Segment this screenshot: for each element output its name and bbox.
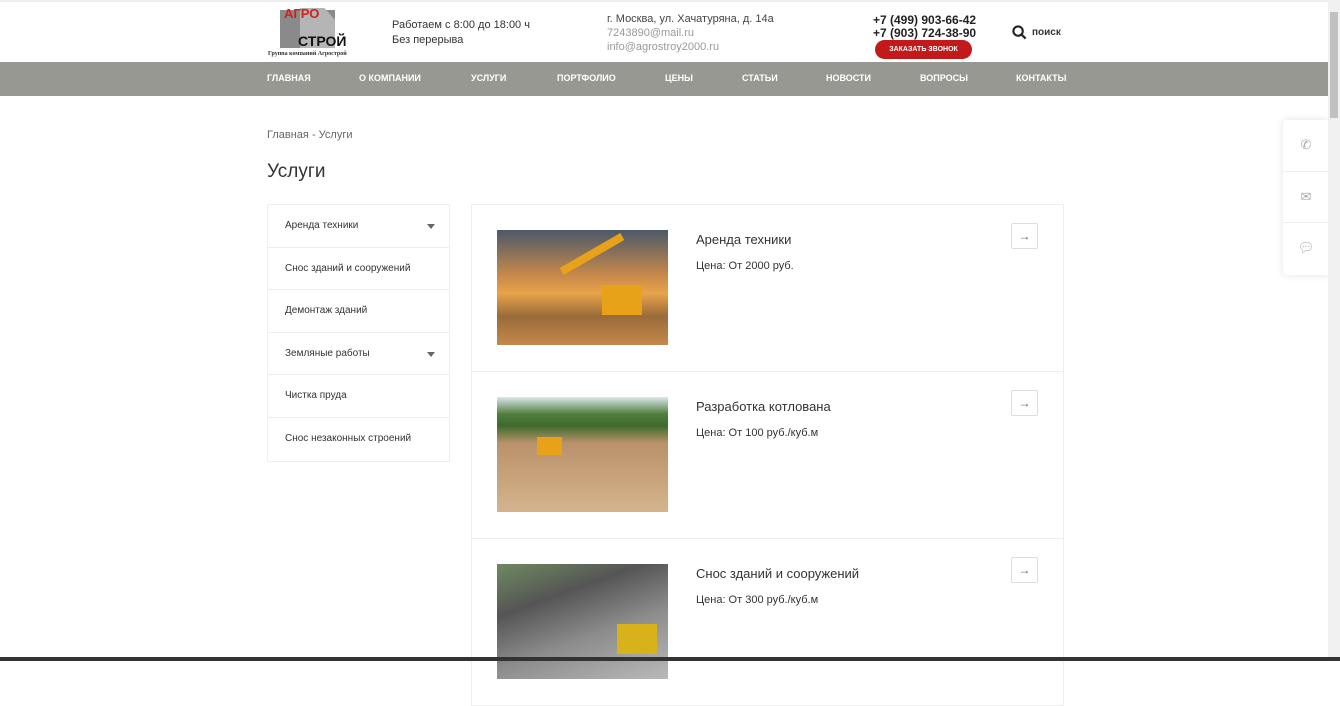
sidebar-item-label: Снос незаконных строений (285, 432, 412, 444)
arrow-right-icon[interactable]: → (1011, 557, 1038, 583)
callback-button[interactable]: ЗАКАЗАТЬ ЗВОНОК (875, 40, 972, 59)
caret-down-icon[interactable] (427, 224, 435, 233)
nav-news[interactable]: НОВОСТИ (826, 73, 871, 83)
nav-prices[interactable]: ЦЕНЫ (665, 73, 693, 83)
arrow-right-icon[interactable]: → (1011, 390, 1038, 416)
bottom-bar (0, 657, 1340, 661)
page-title: Услуги (267, 161, 326, 182)
service-title[interactable]: Аренда техники (696, 232, 791, 247)
service-image-demolition[interactable] (497, 564, 668, 679)
service-price: Цена: От 100 руб./куб.м (696, 427, 819, 439)
service-image-excavator[interactable] (497, 230, 668, 345)
email-link-1[interactable]: 7243890@mail.ru (607, 26, 774, 40)
logo-line2: СТРОЙ (298, 33, 347, 49)
sidebar-item-demolition[interactable]: Снос зданий и сооружений (268, 248, 449, 291)
floating-contact-panel: ✆ ✉ 💬︎ (1283, 120, 1329, 275)
nav-about[interactable]: О КОМПАНИИ (359, 73, 421, 83)
service-image-pit[interactable] (497, 397, 668, 512)
hours-text: Работаем с 8:00 до 18:00 ч (392, 19, 530, 31)
sidebar-item-label: Демонтаж зданий (285, 305, 368, 317)
services-list: Аренда техники Цена: От 2000 руб. → Разр… (471, 204, 1064, 706)
search-label: поиск (1032, 27, 1061, 38)
email-link-2[interactable]: info@agrostroy2000.ru (607, 40, 774, 54)
sidebar-menu: Аренда техники Снос зданий и сооружений … (267, 204, 450, 462)
scrollbar[interactable] (1328, 0, 1340, 661)
chat-icon[interactable]: 💬︎ (1283, 223, 1329, 275)
nav-services[interactable]: УСЛУГИ (471, 73, 506, 83)
breadcrumb-separator: - (311, 129, 316, 141)
sidebar-item-label: Аренда техники (285, 220, 359, 231)
sidebar-item-pond-cleaning[interactable]: Чистка пруда (268, 375, 449, 418)
contacts: г. Москва, ул. Хачатуряна, д. 14а 724389… (607, 12, 774, 54)
logo-line1: АГРО (284, 6, 320, 21)
phones: +7 (499) 903-66-42 +7 (903) 724-38-90 (873, 14, 976, 40)
mail-icon[interactable]: ✉ (1283, 172, 1329, 224)
arrow-right-icon[interactable]: → (1011, 223, 1038, 249)
breadcrumb: Главная - Услуги (267, 129, 353, 141)
sidebar-item-illegal-buildings[interactable]: Снос незаконных строений (268, 418, 449, 461)
phone-icon[interactable]: ✆ (1283, 120, 1329, 172)
search-button[interactable]: поиск (1012, 25, 1061, 40)
service-price: Цена: От 2000 руб. (696, 260, 794, 272)
service-card[interactable]: Снос зданий и сооружений Цена: От 300 ру… (472, 539, 1063, 706)
sidebar-item-earthworks[interactable]: Земляные работы (268, 333, 449, 376)
sidebar-item-rental[interactable]: Аренда техники (268, 205, 449, 248)
service-title[interactable]: Разработка котлована (696, 399, 831, 414)
working-hours: Работаем с 8:00 до 18:00 ч Без перерыва (392, 18, 530, 48)
nav-articles[interactable]: СТАТЬИ (742, 73, 778, 83)
nav-faq[interactable]: ВОПРОСЫ (920, 73, 968, 83)
nav-contacts[interactable]: КОНТАКТЫ (1016, 73, 1066, 83)
logo[interactable]: АГРО СТРОЙ Группа компаний Агрострой (268, 6, 356, 62)
nav-home[interactable]: ГЛАВНАЯ (267, 73, 311, 83)
main-nav: ГЛАВНАЯ О КОМПАНИИ УСЛУГИ ПОРТФОЛИО ЦЕНЫ… (0, 62, 1328, 96)
search-icon (1012, 25, 1027, 40)
sidebar-item-label: Чистка пруда (285, 390, 347, 402)
phone-2[interactable]: +7 (903) 724-38-90 (873, 27, 976, 40)
service-card[interactable]: Разработка котлована Цена: От 100 руб./к… (472, 372, 1063, 539)
logo-tagline: Группа компаний Агрострой (268, 51, 347, 57)
breadcrumb-current: Услуги (318, 129, 353, 141)
sidebar-item-label: Снос зданий и сооружений (285, 262, 411, 274)
sidebar-item-dismantling[interactable]: Демонтаж зданий (268, 290, 449, 333)
address: г. Москва, ул. Хачатуряна, д. 14а (607, 13, 774, 25)
caret-down-icon[interactable] (427, 351, 435, 361)
nav-portfolio[interactable]: ПОРТФОЛИО (557, 73, 616, 83)
service-title[interactable]: Снос зданий и сооружений (696, 566, 859, 581)
break-text: Без перерыва (392, 34, 464, 46)
header: АГРО СТРОЙ Группа компаний Агрострой Раб… (0, 2, 1328, 62)
service-price: Цена: От 300 руб./куб.м (696, 594, 819, 606)
breadcrumb-home[interactable]: Главная (267, 129, 309, 141)
scrollbar-thumb[interactable] (1330, 12, 1338, 118)
sidebar-item-label: Земляные работы (285, 347, 370, 359)
service-card[interactable]: Аренда техники Цена: От 2000 руб. → (472, 205, 1063, 372)
